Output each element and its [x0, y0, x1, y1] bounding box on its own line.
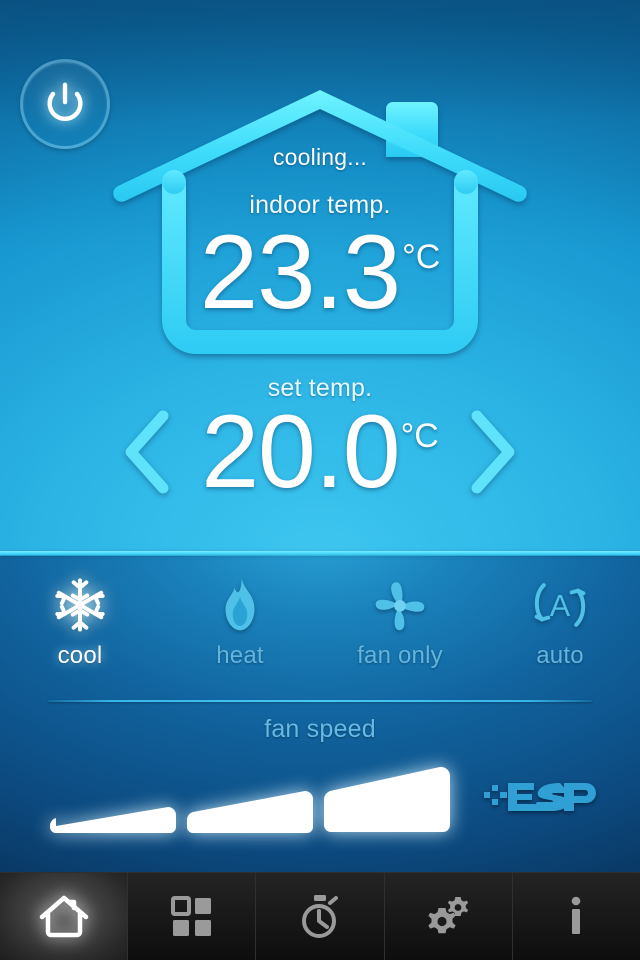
bottom-navigation — [0, 872, 640, 960]
mode-label-heat: heat — [216, 642, 264, 669]
fan-speed-divider — [48, 700, 592, 702]
set-temp-readout: 20.0 °C — [201, 399, 439, 505]
power-button[interactable] — [20, 59, 110, 149]
fan-bar-high-icon — [324, 766, 451, 832]
mode-label-fan-only: fan only — [357, 642, 443, 669]
grid-icon — [170, 895, 211, 936]
esp-logo — [484, 783, 596, 811]
mode-label-auto: auto — [536, 642, 584, 669]
fan-speed-bar-high[interactable] — [322, 761, 452, 835]
nav-item-info[interactable] — [513, 873, 640, 960]
mode-icon-wrap-heat — [218, 574, 262, 636]
info-icon — [572, 896, 581, 934]
fan-speed-bar-medium[interactable] — [185, 779, 315, 835]
set-temp-control: 20.0 °C — [0, 399, 640, 505]
stopwatch-icon — [302, 894, 338, 938]
fan-bar-low-icon — [49, 807, 176, 833]
auto-icon: A — [534, 583, 586, 627]
mode-icon-wrap-auto: A — [529, 574, 591, 636]
mode-button-fan-only[interactable]: fan only — [320, 574, 480, 692]
fan-speed-bar-low[interactable] — [48, 795, 178, 835]
snowflake-icon — [55, 578, 105, 632]
chevron-right-icon[interactable] — [461, 406, 523, 498]
power-icon — [47, 82, 83, 122]
house-outline-icon — [113, 90, 527, 354]
set-temp-value: 20.0 — [201, 394, 400, 510]
nav-item-settings[interactable] — [385, 873, 513, 960]
mode-button-heat[interactable]: heat — [160, 574, 320, 692]
gears-icon — [428, 896, 469, 933]
mode-selector: cool heat fan only A auto — [0, 574, 640, 692]
house-graphic — [110, 82, 530, 367]
set-temp-unit: °C — [400, 417, 439, 455]
chevron-left-icon[interactable] — [117, 406, 179, 498]
section-divider — [0, 551, 640, 555]
home-icon — [39, 895, 88, 937]
fan-bar-medium-icon — [186, 791, 313, 833]
mode-button-cool[interactable]: cool — [0, 574, 160, 692]
mode-label-cool: cool — [57, 642, 103, 669]
set-temp-panel: set temp. 20.0 °C — [0, 374, 640, 539]
mode-button-auto[interactable]: A auto — [480, 574, 640, 692]
mode-icon-wrap-fan — [371, 574, 429, 636]
fan-speed-label: fan speed — [264, 715, 376, 743]
flame-icon — [225, 577, 255, 631]
fan-speed-selector — [48, 757, 451, 835]
mode-icon-wrap-cool — [51, 574, 109, 636]
svg-text:A: A — [550, 589, 571, 623]
nav-item-home[interactable] — [0, 873, 129, 960]
nav-item-timer[interactable] — [256, 873, 385, 960]
brand-logo — [482, 772, 602, 820]
thermostat-app: cooling... indoor temp. 23.3 °C set temp… — [0, 0, 640, 960]
nav-item-zones[interactable] — [128, 873, 257, 960]
fan-icon — [375, 582, 425, 631]
